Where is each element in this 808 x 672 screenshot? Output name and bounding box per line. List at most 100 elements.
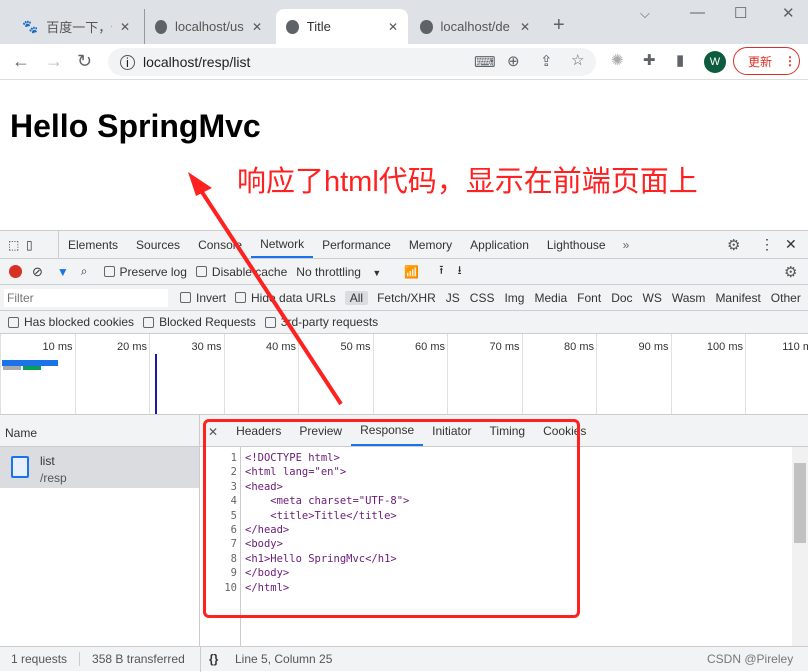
- line-number: 10: [224, 581, 237, 594]
- translate-icon[interactable]: ⌨: [474, 53, 496, 71]
- puzzle-icon[interactable]: ✚: [643, 51, 656, 69]
- settings-icon[interactable]: ⚙: [727, 236, 740, 254]
- tab-application[interactable]: Application: [461, 231, 538, 258]
- filter-icon[interactable]: ▼: [57, 265, 69, 279]
- filter-type-img[interactable]: Img: [499, 291, 529, 305]
- name-column-header[interactable]: Name: [0, 415, 199, 447]
- detail-tab-cookies[interactable]: Cookies: [534, 415, 595, 446]
- tab-network[interactable]: Network: [251, 231, 314, 258]
- tab-sources[interactable]: Sources: [127, 231, 189, 258]
- clear-icon[interactable]: ⊘: [32, 264, 43, 280]
- tab-memory[interactable]: Memory: [400, 231, 461, 258]
- network-settings-icon[interactable]: ⚙: [784, 263, 797, 281]
- annotation-text: 响应了html代码，显示在前端页面上: [237, 166, 698, 198]
- close-icon[interactable]: ✕: [520, 20, 530, 34]
- forward-icon[interactable]: →: [45, 51, 63, 72]
- close-icon[interactable]: ✕: [252, 20, 262, 34]
- detail-tab-initiator[interactable]: Initiator: [423, 415, 480, 446]
- close-icon[interactable]: ✕: [388, 20, 398, 34]
- detail-tab-headers[interactable]: Headers: [227, 415, 290, 446]
- filter-type-css[interactable]: CSS: [465, 291, 500, 305]
- blocked-requests-checkbox[interactable]: Blocked Requests: [143, 315, 256, 329]
- line-number: 3: [230, 480, 237, 493]
- scrollbar[interactable]: [792, 447, 808, 646]
- filter-input[interactable]: [4, 288, 168, 307]
- more-tabs-icon[interactable]: »: [623, 238, 630, 252]
- filter-type-other[interactable]: Other: [766, 291, 806, 305]
- update-button[interactable]: 更新 ⋮: [733, 47, 800, 75]
- filter-type-fetchxhr[interactable]: Fetch/XHR: [372, 291, 441, 305]
- has-blocked-cookies-checkbox[interactable]: Has blocked cookies: [8, 315, 134, 329]
- detail-tab-preview[interactable]: Preview: [290, 415, 351, 446]
- tab-search-icon[interactable]: ⌵: [640, 6, 650, 22]
- record-icon[interactable]: [9, 265, 22, 278]
- close-icon[interactable]: ✕: [120, 20, 130, 34]
- close-window-icon[interactable]: ✕: [782, 4, 795, 22]
- device-toggle-icon[interactable]: ▯: [26, 238, 48, 252]
- zoom-icon[interactable]: ⊕: [507, 52, 520, 70]
- tab-elements[interactable]: Elements: [59, 231, 127, 258]
- request-row[interactable]: list /resp: [0, 447, 199, 488]
- filter-type-manifest[interactable]: Manifest: [710, 291, 765, 305]
- detail-tab-timing[interactable]: Timing: [481, 415, 535, 446]
- bookmark-star-icon[interactable]: ☆: [571, 51, 584, 69]
- timeline-tick: 100 ms: [670, 334, 746, 414]
- more-options-icon[interactable]: ⋮: [760, 236, 774, 253]
- devtools: ⬚ ▯ Elements Sources Console Network Perform…: [0, 230, 808, 672]
- menu-dots-icon[interactable]: ⋮: [784, 54, 796, 68]
- filter-type-js[interactable]: JS: [441, 291, 465, 305]
- filter-type-wasm[interactable]: Wasm: [667, 291, 711, 305]
- search-icon[interactable]: ⌕: [81, 264, 88, 279]
- info-icon: i: [120, 54, 135, 70]
- minimize-icon[interactable]: —: [690, 4, 705, 21]
- extension-icon[interactable]: ✺: [611, 51, 624, 69]
- preserve-log-checkbox[interactable]: Preserve log: [103, 265, 187, 279]
- hide-data-urls-checkbox[interactable]: Hide data URLs: [235, 291, 336, 305]
- tab-localhost-de[interactable]: localhost/de ✕: [410, 9, 540, 44]
- throttling-select[interactable]: No throttling ▼: [296, 265, 392, 279]
- import-har-icon[interactable]: ⭱: [439, 261, 443, 282]
- close-details-icon[interactable]: ✕: [200, 415, 227, 446]
- close-devtools-icon[interactable]: ✕: [785, 236, 797, 253]
- code-line: <h1>Hello SpringMvc</h1>: [245, 552, 397, 565]
- network-conditions-icon[interactable]: 📶: [404, 265, 419, 279]
- cursor-position: Line 5, Column 25: [235, 652, 333, 666]
- tab-performance[interactable]: Performance: [313, 231, 400, 258]
- filter-type-all[interactable]: All: [344, 290, 369, 305]
- invert-checkbox[interactable]: Invert: [180, 291, 226, 305]
- new-tab-icon[interactable]: +: [553, 14, 565, 37]
- disable-cache-checkbox[interactable]: Disable cache: [195, 265, 287, 279]
- side-panel-icon[interactable]: ▮: [676, 51, 684, 69]
- request-options: Has blocked cookies Blocked Requests 3rd…: [0, 311, 808, 334]
- network-overview-timeline[interactable]: 10 ms 20 ms 30 ms 40 ms 50 ms 60 ms 70 ms 80 ms…: [0, 334, 808, 415]
- tab-title[interactable]: Title ✕: [276, 9, 408, 44]
- tab-localhost-us[interactable]: localhost/us ✕: [144, 9, 272, 44]
- address-bar[interactable]: i localhost/resp/list: [108, 48, 596, 76]
- third-party-requests-checkbox[interactable]: 3rd-party requests: [264, 315, 378, 329]
- timeline-tick: 80 ms: [521, 334, 597, 414]
- tab-baidu[interactable]: 🐾百度一下，你✕: [12, 9, 140, 44]
- filter-type-doc[interactable]: Doc: [606, 291, 637, 305]
- code-line: </body>: [245, 567, 290, 580]
- line-number: 4: [230, 495, 237, 508]
- line-number: 8: [230, 552, 237, 565]
- avatar[interactable]: W: [704, 51, 726, 73]
- inspect-icon[interactable]: ⬚: [8, 238, 26, 252]
- share-icon[interactable]: ⇪: [540, 52, 553, 70]
- maximize-icon[interactable]: ☐: [734, 4, 747, 22]
- timeline-tick: 40 ms: [223, 334, 299, 414]
- globe-icon: [155, 19, 168, 34]
- filter-type-media[interactable]: Media: [529, 291, 572, 305]
- back-icon[interactable]: ←: [12, 51, 30, 72]
- globe-icon: [286, 19, 299, 34]
- reload-icon[interactable]: ↻: [77, 51, 92, 72]
- response-code[interactable]: <!DOCTYPE html> <html lang="en"> <head> <m…: [245, 451, 409, 595]
- tab-console[interactable]: Console: [189, 231, 251, 258]
- request-path: /resp: [40, 471, 67, 485]
- filter-type-font[interactable]: Font: [572, 291, 606, 305]
- filter-type-ws[interactable]: WS: [638, 291, 667, 305]
- tab-lighthouse[interactable]: Lighthouse: [538, 231, 615, 258]
- export-har-icon[interactable]: ⭳: [457, 261, 461, 282]
- pretty-print-icon[interactable]: {}: [209, 652, 218, 666]
- detail-tab-response[interactable]: Response: [351, 415, 424, 446]
